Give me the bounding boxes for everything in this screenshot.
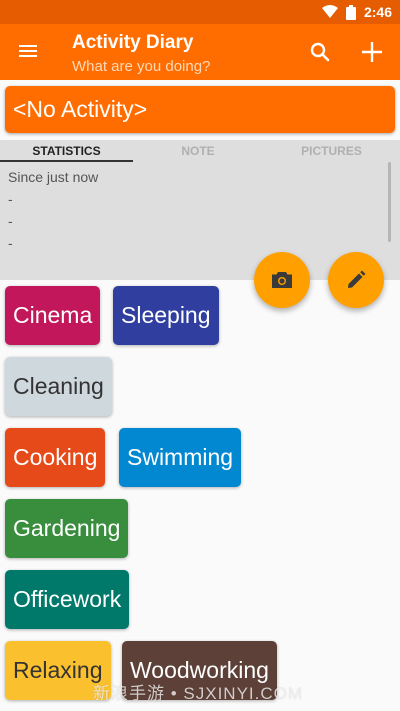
tab-bar: STATISTICS NOTE PICTURES bbox=[0, 140, 400, 162]
stats-line: - bbox=[8, 191, 13, 207]
statistics-panel: Since just now - - - bbox=[8, 166, 98, 254]
search-icon bbox=[310, 42, 330, 62]
camera-button[interactable] bbox=[254, 252, 310, 308]
app-bar: Activity Diary What are you doing? bbox=[0, 24, 400, 80]
status-time: 2:46 bbox=[363, 4, 392, 20]
camera-icon bbox=[272, 272, 292, 288]
status-icons: 2:46 bbox=[321, 0, 392, 24]
add-activity-button[interactable] bbox=[358, 38, 386, 66]
app-subtitle: What are you doing? bbox=[72, 58, 211, 75]
edit-note-button[interactable] bbox=[328, 252, 384, 308]
activity-chip-cooking[interactable]: Cooking bbox=[5, 428, 106, 487]
search-button[interactable] bbox=[306, 38, 334, 66]
scrollbar[interactable] bbox=[388, 162, 391, 242]
tab-statistics[interactable]: STATISTICS bbox=[0, 140, 133, 162]
pencil-icon bbox=[348, 270, 366, 288]
add-icon bbox=[362, 42, 382, 62]
menu-icon[interactable] bbox=[16, 40, 40, 64]
stats-since: Since just now bbox=[8, 169, 99, 185]
tab-note[interactable]: NOTE bbox=[133, 140, 263, 162]
activity-chip-cinema[interactable]: Cinema bbox=[5, 286, 101, 345]
wifi-icon bbox=[321, 5, 338, 18]
tab-pictures[interactable]: PICTURES bbox=[263, 140, 400, 162]
activity-chip-gardening[interactable]: Gardening bbox=[5, 499, 129, 558]
activity-chip-officework[interactable]: Officework bbox=[5, 570, 130, 629]
activity-chip-cleaning[interactable]: Cleaning bbox=[5, 357, 112, 416]
status-bar: 2:46 bbox=[0, 0, 400, 24]
activity-chip-swimming[interactable]: Swimming bbox=[119, 428, 242, 487]
app-title: Activity Diary bbox=[72, 32, 194, 53]
activity-chip-sleeping[interactable]: Sleeping bbox=[113, 286, 219, 345]
stats-line: - bbox=[8, 235, 13, 251]
current-activity-card[interactable]: <No Activity> bbox=[5, 86, 395, 133]
watermark: 新浪手游 • SJXINYI.COM bbox=[93, 684, 304, 703]
battery-icon bbox=[345, 4, 356, 20]
stats-line: - bbox=[8, 213, 13, 229]
